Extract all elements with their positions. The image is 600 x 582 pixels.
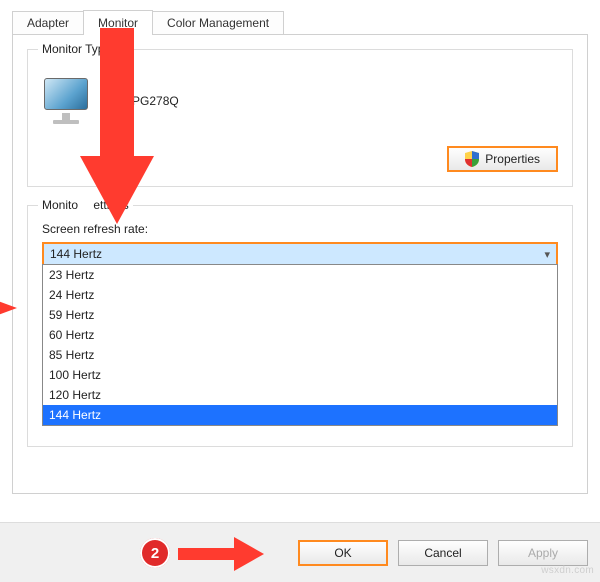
monitor-type-group: Monitor Type SUS PG278Q (27, 49, 573, 187)
properties-button[interactable]: Properties (447, 146, 558, 172)
monitor-icon (42, 78, 90, 124)
dialog-button-bar: 2 OK Cancel Apply wsxdn.com (0, 522, 600, 582)
refresh-rate-option[interactable]: 120 Hertz (43, 385, 557, 405)
tab-color-management[interactable]: Color Management (152, 11, 284, 34)
refresh-rate-option[interactable]: 144 Hertz (43, 405, 557, 425)
apply-button: Apply (498, 540, 588, 566)
tab-monitor[interactable]: Monitor (83, 10, 153, 35)
ok-button[interactable]: OK (298, 540, 388, 566)
watermark-text: wsxdn.com (541, 565, 594, 576)
monitor-settings-group: Monitor Settings Screen refresh rate: 14… (27, 205, 573, 447)
uac-shield-icon (465, 151, 479, 167)
tab-strip: Adapter Monitor Color Management (12, 8, 588, 34)
refresh-rate-option[interactable]: 85 Hertz (43, 345, 557, 365)
cancel-button[interactable]: Cancel (398, 540, 488, 566)
monitor-settings-legend: Monitor Settings (38, 198, 133, 212)
refresh-rate-selected-value: 144 Hertz (50, 247, 102, 261)
refresh-rate-option[interactable]: 23 Hertz (43, 265, 557, 285)
monitor-name-label: SUS PG278Q (104, 94, 179, 108)
refresh-rate-dropdown-list: 23 Hertz24 Hertz59 Hertz60 Hertz85 Hertz… (42, 264, 558, 426)
annotation-pointer-left (0, 297, 17, 322)
properties-button-label: Properties (485, 152, 540, 166)
tab-adapter[interactable]: Adapter (12, 11, 84, 34)
refresh-rate-option[interactable]: 100 Hertz (43, 365, 557, 385)
annotation-step-2-badge: 2 (140, 538, 170, 568)
refresh-rate-combobox[interactable]: 144 Hertz ▾ 23 Hertz24 Hertz59 Hertz60 H… (42, 242, 558, 266)
refresh-rate-label: Screen refresh rate: (42, 222, 558, 236)
refresh-rate-option[interactable]: 59 Hertz (43, 305, 557, 325)
refresh-rate-option[interactable]: 24 Hertz (43, 285, 557, 305)
refresh-rate-option[interactable]: 60 Hertz (43, 325, 557, 345)
chevron-down-icon: ▾ (544, 248, 550, 261)
monitor-tab-pane: Monitor Type SUS PG278Q (12, 34, 588, 494)
annotation-arrow-right (178, 537, 264, 574)
monitor-type-legend: Monitor Type (38, 42, 115, 56)
